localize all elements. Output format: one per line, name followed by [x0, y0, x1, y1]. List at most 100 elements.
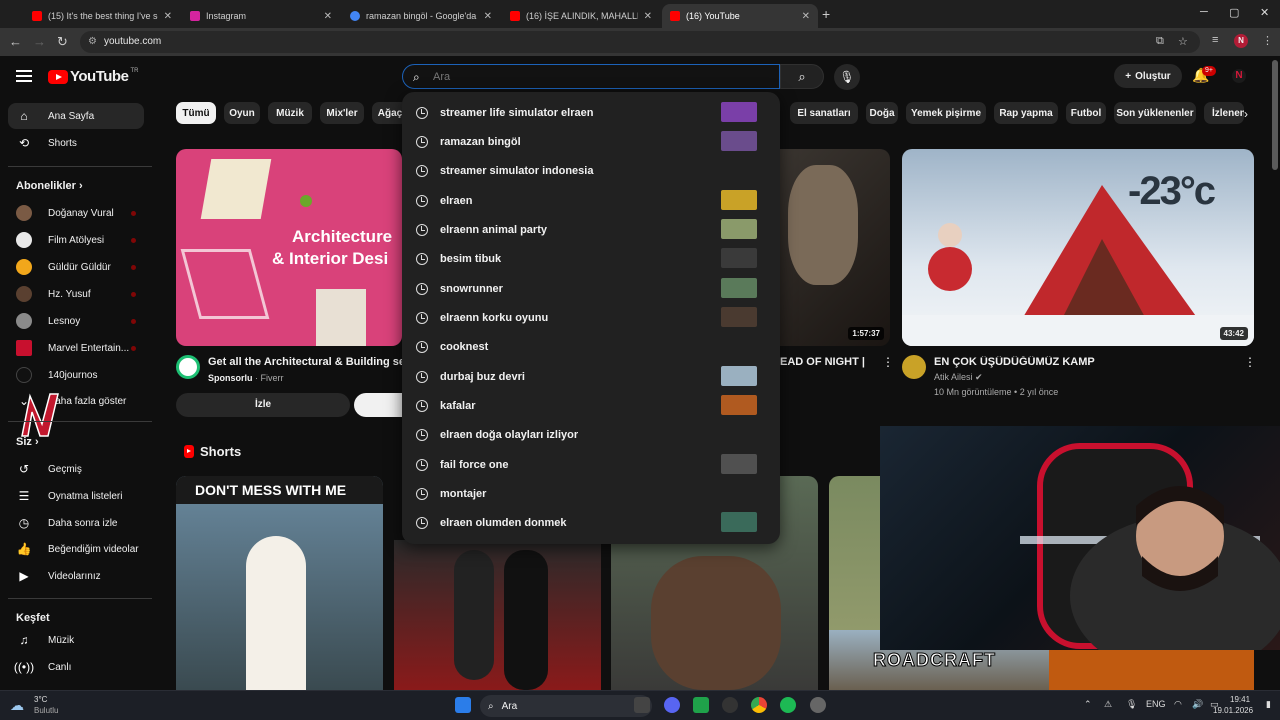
account-avatar[interactable]: N: [1232, 69, 1246, 83]
app-icon[interactable]: [810, 697, 826, 713]
close-icon[interactable]: ✕: [644, 11, 652, 22]
sidebar-item-subscription[interactable]: Marvel Entertain...: [8, 335, 144, 361]
suggestion-item[interactable]: montajer: [402, 479, 780, 508]
chip[interactable]: Mix'ler: [320, 102, 364, 124]
sidebar-item-history[interactable]: ↺ Geçmiş: [8, 456, 144, 482]
suggestion-item[interactable]: elraen olumden donmek: [402, 508, 780, 537]
search-box[interactable]: ⌕: [402, 64, 780, 89]
browser-tab-active[interactable]: (16) YouTube ✕: [662, 4, 818, 28]
short-thumbnail[interactable]: [1049, 650, 1254, 690]
maximize-icon[interactable]: ▢: [1229, 6, 1239, 19]
more-options-icon[interactable]: ⋮: [882, 355, 894, 369]
video-thumbnail[interactable]: 1:57:37: [780, 149, 890, 346]
chip[interactable]: Müzik: [268, 102, 312, 124]
suggestion-item[interactable]: elraenn korku oyunu: [402, 303, 780, 332]
chip[interactable]: Yemek pişirme: [906, 102, 986, 124]
chip-all[interactable]: Tümü: [176, 102, 216, 124]
suggestion-item[interactable]: durbaj buz devri: [402, 362, 780, 391]
sidebar-item-watch-later[interactable]: ◷ Daha sonra izle: [8, 510, 144, 536]
sidebar-item-subscription[interactable]: Lesnoy: [8, 308, 144, 334]
volume-icon[interactable]: 🔊: [1192, 699, 1203, 710]
suggestion-item[interactable]: cooknest: [402, 332, 780, 361]
advertiser-avatar[interactable]: [176, 355, 200, 379]
close-icon[interactable]: ✕: [484, 11, 492, 22]
hamburger-menu-icon[interactable]: [16, 70, 32, 82]
menu-icon[interactable]: ⋮: [1262, 34, 1273, 47]
chip[interactable]: Futbol: [1066, 102, 1106, 124]
app-icon[interactable]: [722, 697, 738, 713]
sidebar-item-subscription[interactable]: Güldür Güldür: [8, 254, 144, 280]
chip[interactable]: İzlenen: [1204, 102, 1244, 124]
suggestion-item[interactable]: elraenn animal party: [402, 215, 780, 244]
short-thumbnail[interactable]: DON'T MESS WITH ME: [176, 476, 383, 690]
sidebar-item-music[interactable]: ♫ Müzik: [8, 627, 144, 653]
wifi-icon[interactable]: ◠: [1174, 699, 1182, 710]
browser-tab[interactable]: (15) It's the best thing I've seen ✕: [24, 4, 180, 28]
page-scrollbar[interactable]: [1272, 60, 1278, 170]
search-button[interactable]: ⌕: [780, 64, 824, 89]
chevron-right-icon[interactable]: ›: [1244, 107, 1248, 121]
suggestion-item[interactable]: fail force one: [402, 450, 780, 479]
browser-tab[interactable]: (16) İŞE ALINDIK, MAHALLEYE ✕: [502, 4, 660, 28]
address-bar[interactable]: ⚙ youtube.com ⧉ ☆: [80, 31, 1200, 53]
sidebar-item-subscription[interactable]: Film Atölyesi: [8, 227, 144, 253]
sidebar-item-shorts[interactable]: ⟲ Shorts: [8, 130, 144, 156]
more-options-icon[interactable]: ⋮: [1244, 355, 1256, 369]
clock-time[interactable]: 19:41: [1230, 695, 1250, 704]
suggestion-item[interactable]: ramazan bingöl: [402, 127, 780, 156]
sidebar-item-your-videos[interactable]: ▶ Videolarınız: [8, 563, 144, 589]
suggestion-item[interactable]: elraen: [402, 186, 780, 215]
short-thumbnail[interactable]: [394, 540, 601, 690]
sidebar-item-subscription[interactable]: Hz. Yusuf: [8, 281, 144, 307]
suggestion-item[interactable]: snowrunner: [402, 274, 780, 303]
install-app-icon[interactable]: ⧉: [1156, 35, 1164, 48]
forward-icon[interactable]: →: [33, 34, 46, 49]
reload-icon[interactable]: ↻: [57, 34, 68, 50]
sidebar-item-subscription[interactable]: 140journos: [8, 362, 144, 388]
search-input[interactable]: [433, 68, 763, 86]
network-icon[interactable]: ⚠: [1104, 699, 1112, 710]
site-info-icon[interactable]: ⚙: [88, 36, 97, 47]
you-heading[interactable]: Siz ›: [16, 436, 39, 448]
browser-tab[interactable]: ramazan bingöl - Google'da Ara ✕: [342, 4, 500, 28]
media-icon[interactable]: ≡: [1212, 34, 1218, 46]
chrome-icon[interactable]: [751, 697, 767, 713]
weather-desc[interactable]: Bulutlu: [34, 706, 58, 715]
video-thumbnail[interactable]: -23°c 43:42: [902, 149, 1254, 346]
suggestion-item[interactable]: streamer simulator indonesia: [402, 156, 780, 185]
notification-icon[interactable]: ▮: [1266, 699, 1271, 710]
bookmark-star-icon[interactable]: ☆: [1178, 35, 1188, 48]
sidebar-item-liked-videos[interactable]: 👍 Beğendiğim videolar: [8, 536, 144, 562]
taskbar-search[interactable]: ⌕ Ara: [480, 695, 652, 717]
windows-start-icon[interactable]: [455, 697, 471, 713]
sidebar-item-live[interactable]: ((•)) Canlı: [8, 654, 144, 680]
task-view-icon[interactable]: [634, 697, 650, 713]
close-icon[interactable]: ✕: [324, 11, 332, 22]
language-indicator[interactable]: ENG: [1146, 699, 1166, 709]
suggestion-item[interactable]: besim tibuk: [402, 244, 780, 273]
ad-watch-button[interactable]: İzle: [176, 393, 350, 417]
video-title[interactable]: EN ÇOK ÜŞÜDÜĞÜMÜZ KAMP: [934, 356, 1234, 368]
close-window-icon[interactable]: ✕: [1260, 6, 1269, 19]
youtube-logo[interactable]: YouTube TR: [48, 68, 138, 85]
ad-thumbnail[interactable]: Architecture & Interior Desi: [176, 149, 402, 346]
browser-profile-avatar[interactable]: N: [1234, 34, 1248, 48]
suggestion-item[interactable]: elraen doğa olayları izliyor: [402, 420, 780, 449]
ad-title[interactable]: Get all the Architectural & Building ser…: [208, 356, 402, 368]
voice-search-button[interactable]: 🎙: [834, 64, 860, 90]
suggestion-item[interactable]: kafalar: [402, 391, 780, 420]
weather-temp[interactable]: 3°C: [34, 695, 47, 704]
create-button[interactable]: + Oluştur: [1114, 64, 1182, 88]
ad-secondary-button[interactable]: [354, 393, 402, 417]
minimize-icon[interactable]: ─: [1200, 6, 1208, 18]
browser-tab[interactable]: Instagram ✕: [182, 4, 340, 28]
close-icon[interactable]: ✕: [802, 11, 810, 22]
sidebar-item-playlists[interactable]: ☰ Oynatma listeleri: [8, 483, 144, 509]
channel-avatar[interactable]: [902, 355, 926, 379]
clock-date[interactable]: 19.01.2026: [1213, 706, 1253, 715]
chip[interactable]: Doğa: [866, 102, 898, 124]
microphone-icon[interactable]: 🎙: [1126, 699, 1137, 710]
chip[interactable]: El sanatları: [790, 102, 858, 124]
tray-chevron-icon[interactable]: ⌃: [1084, 699, 1092, 710]
app-icon[interactable]: [693, 697, 709, 713]
